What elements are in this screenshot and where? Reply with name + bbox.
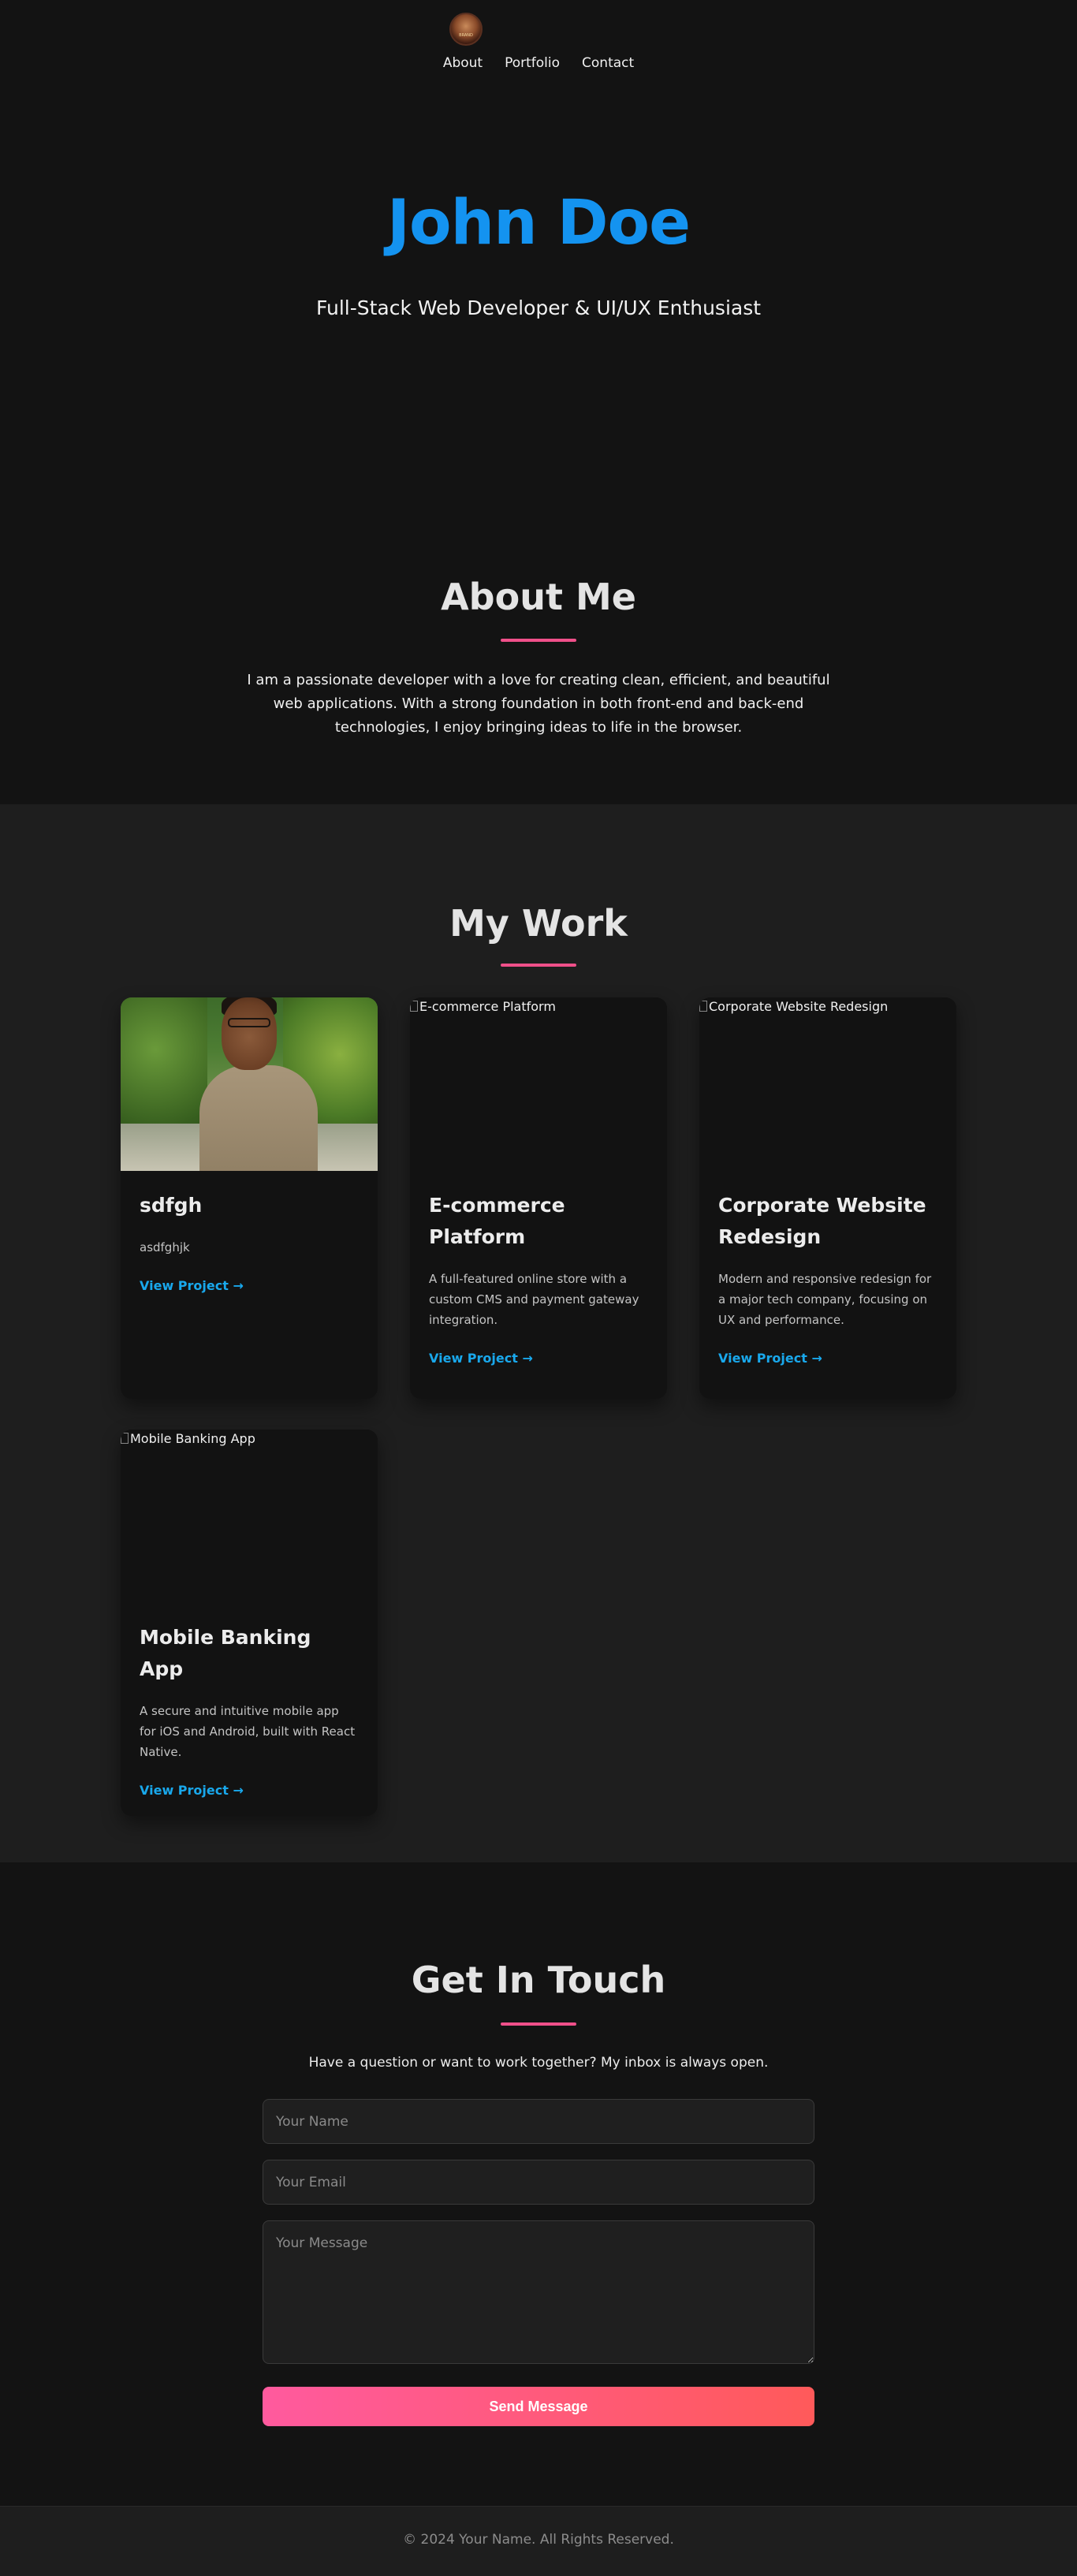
top-nav: BRAND About Portfolio Contact: [0, 0, 1077, 87]
footer: © 2024 Your Name. All Rights Reserved.: [0, 2506, 1077, 2576]
project-description: Modern and responsive redesign for a maj…: [718, 1272, 932, 1327]
project-card: E-commerce Platform E-commerce Platform …: [410, 997, 667, 1399]
project-title: sdfgh: [140, 1194, 203, 1217]
project-card: Corporate Website Redesign Corporate Web…: [699, 997, 956, 1399]
about-title-underline: [501, 639, 576, 642]
logo-text: BRAND: [459, 33, 473, 38]
nav-link-contact[interactable]: Contact: [582, 55, 634, 71]
project-description: A secure and intuitive mobile app for iO…: [140, 1704, 356, 1759]
hero-subtitle: Full-Stack Web Developer & UI/UX Enthusi…: [315, 296, 762, 319]
nav-link-about[interactable]: About: [443, 55, 483, 71]
broken-image-alt: E-commerce Platform: [410, 999, 556, 1014]
footer-copyright: © 2024 Your Name. All Rights Reserved.: [403, 2532, 674, 2548]
project-image: [121, 997, 378, 1171]
logo-avatar[interactable]: BRAND: [449, 13, 483, 46]
hero-section: John Doe Full-Stack Web Developer & UI/U…: [0, 87, 1077, 528]
project-card: Mobile Banking App Mobile Banking App A …: [121, 1430, 378, 1816]
about-text: I am a passionate developer with a love …: [247, 672, 830, 736]
view-project-link[interactable]: View Project →: [718, 1351, 937, 1366]
project-image: Mobile Banking App: [121, 1430, 378, 1603]
broken-image-alt: Mobile Banking App: [121, 1431, 255, 1446]
project-description: asdfghjk: [140, 1240, 190, 1254]
view-project-link[interactable]: View Project →: [140, 1278, 359, 1293]
about-section: About Me I am a passionate developer wit…: [0, 528, 1077, 804]
about-title: About Me: [441, 576, 636, 618]
project-card: sdfgh asdfghjk View Project →: [121, 997, 378, 1399]
work-section: My Work sdfgh asdfghjk View Project → E-…: [0, 804, 1077, 1862]
project-title: Corporate Website Redesign: [718, 1194, 926, 1248]
project-title: E-commerce Platform: [429, 1194, 565, 1248]
project-photo: [121, 997, 378, 1171]
message-textarea[interactable]: [263, 2220, 814, 2364]
contact-section: Get In Touch Have a question or want to …: [0, 1862, 1077, 2506]
contact-title-underline: [501, 2022, 576, 2026]
view-project-link[interactable]: View Project →: [429, 1351, 648, 1366]
email-input[interactable]: [263, 2160, 814, 2205]
view-project-link[interactable]: View Project →: [140, 1783, 359, 1798]
work-title: My Work: [449, 902, 628, 945]
project-image: E-commerce Platform: [410, 997, 667, 1171]
send-message-button[interactable]: Send Message: [263, 2387, 814, 2426]
hero-title: John Doe: [386, 188, 691, 259]
work-title-underline: [501, 964, 576, 967]
project-image: Corporate Website Redesign: [699, 997, 956, 1171]
contact-title: Get In Touch: [411, 1959, 666, 2001]
nav-link-portfolio[interactable]: Portfolio: [505, 55, 560, 71]
nav-links: About Portfolio Contact: [0, 55, 1077, 71]
name-input[interactable]: [263, 2099, 814, 2144]
project-description: A full-featured online store with a cust…: [429, 1272, 639, 1327]
project-title: Mobile Banking App: [140, 1626, 311, 1680]
contact-text: Have a question or want to work together…: [308, 2055, 769, 2071]
broken-image-alt: Corporate Website Redesign: [699, 999, 888, 1014]
